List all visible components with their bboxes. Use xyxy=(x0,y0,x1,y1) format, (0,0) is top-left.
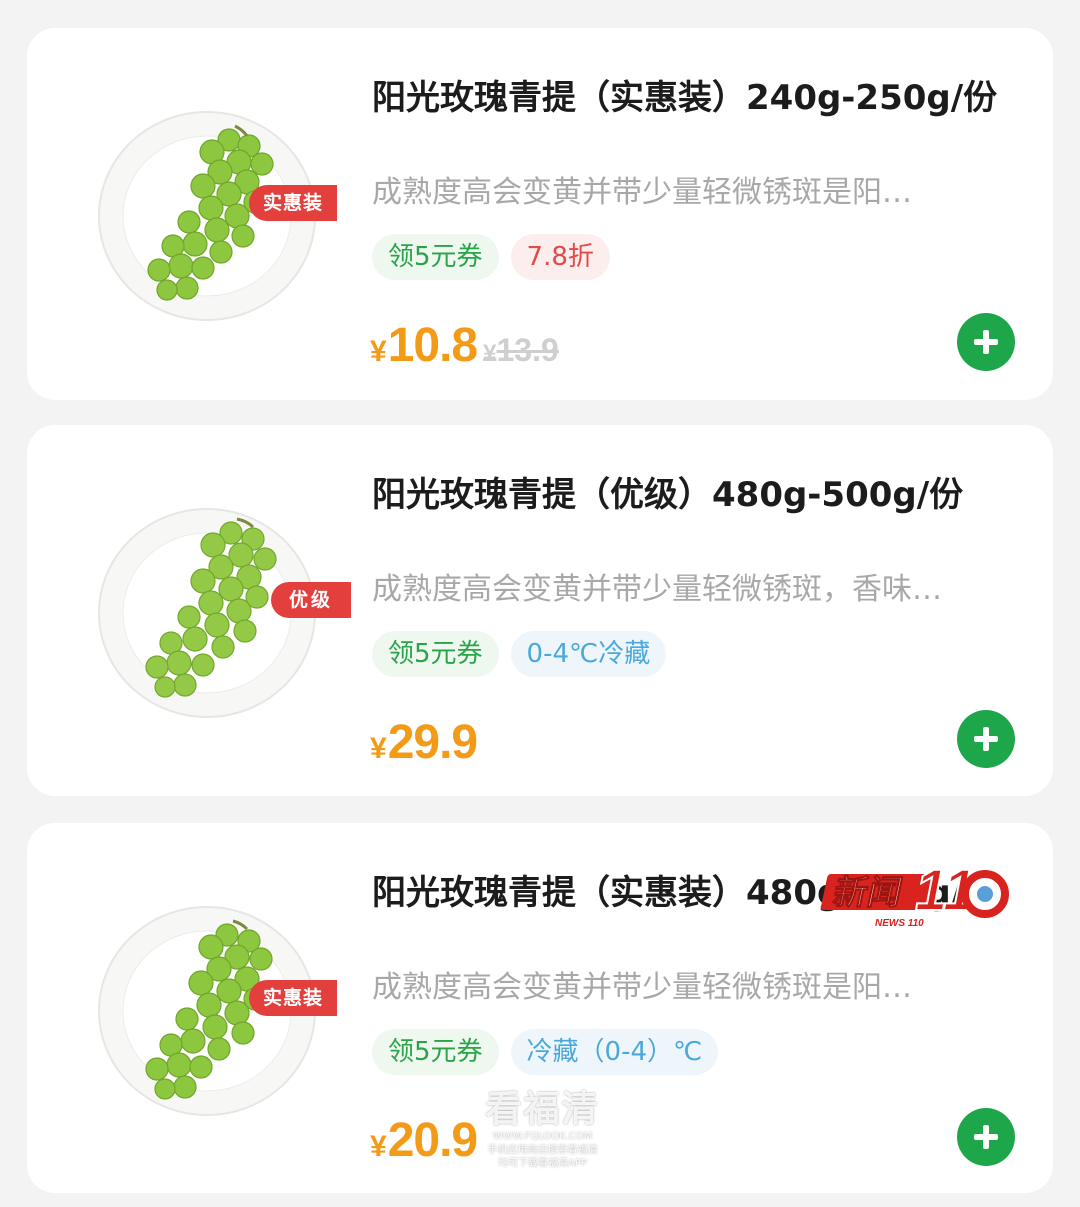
coupon-chip[interactable]: 领5元券 xyxy=(372,1029,499,1075)
add-to-cart-button[interactable] xyxy=(957,1108,1015,1166)
product-description: 成熟度高会变黄并带少量轻微锈斑是阳… xyxy=(372,970,912,1005)
storage-chip: 冷藏（0-4）℃ xyxy=(510,1029,719,1075)
product-card[interactable]: 优级 阳光玫瑰青提（优级）480g-500g/份 成熟度高会变黄并带少量轻微锈斑… xyxy=(27,425,1053,796)
plus-icon xyxy=(974,1125,998,1149)
coupon-chip[interactable]: 领5元券 xyxy=(372,234,499,280)
product-description: 成熟度高会变黄并带少量轻微锈斑，香味… xyxy=(372,572,942,607)
product-description: 成熟度高会变黄并带少量轻微锈斑是阳… xyxy=(372,175,912,210)
product-title[interactable]: 阳光玫瑰青提（优级）480g-500g/份 xyxy=(372,470,1022,520)
coupon-chip[interactable]: 领5元券 xyxy=(372,631,499,677)
current-price: ¥29.9 xyxy=(370,716,478,769)
product-card[interactable]: 实惠装 阳光玫瑰青提（实惠装）240g-250g/份 成熟度高会变黄并带少量轻微… xyxy=(27,28,1053,400)
promo-chips: 领5元券 7.8折 xyxy=(372,234,610,280)
product-tag: 优级 xyxy=(271,582,352,618)
watermark-title: 看福清 xyxy=(485,1089,600,1130)
svg-text:NEWS 110: NEWS 110 xyxy=(875,918,924,929)
current-price: ¥10.8 xyxy=(370,319,478,372)
current-price: ¥20.9 xyxy=(370,1114,478,1167)
add-to-cart-button[interactable] xyxy=(957,710,1015,768)
svg-text:新闻: 新闻 xyxy=(830,873,906,913)
watermark-line: 手机应用商店搜索看福清 xyxy=(487,1145,598,1156)
promo-chips: 领5元券 0-4℃冷藏 xyxy=(372,631,667,677)
discount-chip: 7.8折 xyxy=(510,234,610,280)
news-logo: 新闻 11 NEWS 110 xyxy=(815,850,1015,930)
add-to-cart-button[interactable] xyxy=(957,313,1015,371)
plus-icon xyxy=(974,727,998,751)
plus-icon xyxy=(974,330,998,354)
price-row: ¥10.8 ¥13.9 xyxy=(370,318,559,374)
watermark-line: 均可下载看福清APP xyxy=(498,1158,587,1169)
promo-chips: 领5元券 冷藏（0-4）℃ xyxy=(372,1029,719,1075)
price-row: ¥29.9 xyxy=(370,715,478,771)
product-tag: 实惠装 xyxy=(249,185,338,221)
product-title[interactable]: 阳光玫瑰青提（实惠装）240g-250g/份 xyxy=(372,73,1022,123)
watermark: 看福清 WWW.FQLOOK.COM 手机应用商店搜索看福清 均可下载看福清AP… xyxy=(470,1090,615,1190)
product-tag: 实惠装 xyxy=(249,980,338,1016)
price-row: ¥20.9 xyxy=(370,1113,478,1169)
watermark-url: WWW.FQLOOK.COM xyxy=(492,1131,593,1142)
storage-chip: 0-4℃冷藏 xyxy=(510,631,667,677)
original-price: ¥13.9 xyxy=(483,332,559,368)
